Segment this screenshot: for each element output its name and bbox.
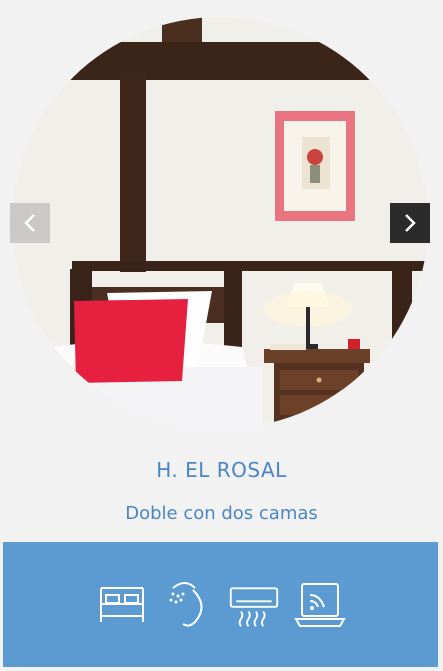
room-name[interactable]: H. EL ROSAL — [0, 458, 443, 482]
room-photo-image — [12, 17, 428, 429]
chevron-right-icon — [405, 214, 416, 232]
slider-next-button[interactable] — [390, 203, 430, 243]
shower-icon — [169, 581, 202, 627]
air-conditioning-icon — [229, 586, 278, 627]
room-type: Doble con dos camas — [125, 503, 318, 524]
room-photo — [12, 17, 428, 429]
amenity-shower — [162, 580, 214, 630]
amenity-air-conditioning — [228, 580, 280, 630]
slider-prev-button[interactable] — [10, 203, 50, 243]
bed-icon — [99, 586, 144, 622]
chevron-left-icon — [24, 214, 35, 232]
wifi-laptop-icon — [293, 582, 346, 627]
amenities-bar — [3, 542, 438, 667]
amenity-wifi — [293, 580, 346, 630]
amenity-bed — [96, 580, 148, 630]
